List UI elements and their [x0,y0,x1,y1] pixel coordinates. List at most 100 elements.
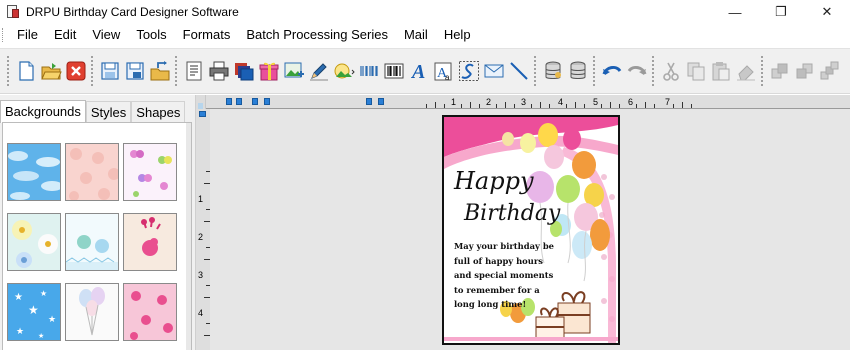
gallery-scrollbar[interactable] [186,123,191,350]
app-icon [6,5,20,19]
ruler-label: 3 [521,97,527,107]
horizontal-ruler: 1 2 3 4 5 6 7 [206,95,850,109]
ruler-label: 3 [198,270,204,280]
ruler-marker [252,98,258,105]
database-settings-button[interactable] [566,59,590,83]
menu-help[interactable]: Help [436,25,479,45]
paste-button[interactable] [709,59,733,83]
open-button[interactable] [39,59,63,83]
menu-tools[interactable]: Tools [128,25,174,45]
barcode-button[interactable] [382,59,406,83]
minimize-button[interactable]: — [712,0,758,24]
tab-backgrounds[interactable]: Backgrounds [0,100,86,123]
menu-batch-processing-series[interactable]: Batch Processing Series [238,25,396,45]
database-icon [545,61,561,79]
text-button[interactable]: A [407,59,431,83]
mail-button[interactable] [482,59,506,83]
insert-image-icon [284,62,304,78]
bring-forward-icon [771,63,787,79]
ruler-marker [226,98,232,105]
toolbar-grip [652,56,655,86]
insert-image-button[interactable] [282,59,306,83]
background-thumbnail-cupcakes-pink[interactable] [123,283,177,341]
database-button[interactable] [541,59,565,83]
save-as-button[interactable] [123,59,147,83]
redo-icon [627,65,646,75]
close-button[interactable]: ✕ [804,0,850,24]
background-thumbnail-butterflies[interactable] [123,143,177,201]
card-title-line1[interactable]: Happy [454,167,534,195]
print-button[interactable] [207,59,231,83]
svg-text:★: ★ [14,292,23,303]
close-file-icon [66,61,85,81]
toolbar-grip [534,56,537,86]
line-button[interactable] [507,59,531,83]
bring-forward-button[interactable] [768,59,792,83]
background-thumbnail-pink-pattern[interactable] [65,143,119,201]
menu-file[interactable]: File [9,25,46,45]
linear-barcode-button[interactable] [357,59,381,83]
design-canvas[interactable]: Happy Birthday May your birthday be full… [210,109,850,350]
toolbar-grip [7,56,10,86]
close-file-button[interactable] [64,59,88,83]
bring-to-front-button[interactable] [818,59,842,83]
send-backward-icon [796,63,812,79]
copy-button[interactable] [684,59,708,83]
card-message[interactable]: May your birthday be full of happy hours… [454,239,562,312]
backgrounds-gallery: ★ ★ ★ ★ ★ ★ [2,122,192,350]
background-thumbnail-sky-clouds[interactable] [7,143,61,201]
svg-text:★: ★ [16,326,24,336]
undo-button[interactable] [600,59,624,83]
properties-button[interactable] [182,59,206,83]
background-thumbnail-stars-blue[interactable]: ★ ★ ★ ★ ★ ★ [7,283,61,341]
ruler-label: 2 [198,232,204,242]
redo-button[interactable] [625,59,649,83]
menu-formats[interactable]: Formats [175,25,239,45]
tab-shapes[interactable]: Shapes [131,101,186,122]
toolbar-grip [593,56,596,86]
save-button[interactable] [98,59,122,83]
export-button[interactable] [148,59,172,83]
background-thumbnail-bird-pink[interactable] [123,213,177,271]
gift-icon [259,62,278,81]
signature-button[interactable] [457,59,481,83]
text-icon: A [410,61,425,82]
word-art-icon: Aa [434,62,451,82]
tab-styles[interactable]: Styles [85,101,132,122]
background-thumbnail-balloons[interactable] [65,283,119,341]
toolbar: A Aa [0,48,850,94]
background-thumbnail-teddy-bears[interactable] [65,213,119,271]
ruler-label: 1 [451,97,457,107]
gift-button[interactable] [257,59,281,83]
delete-button[interactable] [734,59,758,83]
pen-button[interactable] [307,59,331,83]
picture-button[interactable] [332,59,356,83]
word-art-button[interactable]: Aa [432,59,456,83]
card-title-line2[interactable]: Birthday [464,201,560,226]
new-icon [18,61,34,81]
delete-icon [736,65,755,81]
ruler-marker [366,98,372,105]
ruler-label: 5 [593,97,599,107]
left-panel: Backgrounds Styles Shapes ★ ★ ★ ★ ★ ★ [0,95,196,350]
menu-view[interactable]: View [84,25,128,45]
print-preview-button[interactable] [232,59,256,83]
maximize-button[interactable]: ❐ [758,0,804,24]
pen-icon [309,63,328,81]
panel-tabs: Backgrounds Styles Shapes [0,100,186,123]
menu-mail[interactable]: Mail [396,25,436,45]
bring-to-front-icon [820,61,838,80]
toolbar-grip [761,56,764,86]
send-backward-button[interactable] [793,59,817,83]
menu-edit[interactable]: Edit [46,25,84,45]
toolbar-grip [175,56,178,86]
background-thumbnail-flowers[interactable] [7,213,61,271]
birthday-card[interactable]: Happy Birthday May your birthday be full… [442,115,620,345]
cut-button[interactable] [659,59,683,83]
ruler-label: 7 [665,97,671,107]
linear-barcode-icon [359,66,378,76]
svg-text:★: ★ [28,303,39,317]
new-button[interactable] [14,59,38,83]
mail-icon [484,64,503,78]
window-title: DRPU Birthday Card Designer Software [26,5,239,19]
